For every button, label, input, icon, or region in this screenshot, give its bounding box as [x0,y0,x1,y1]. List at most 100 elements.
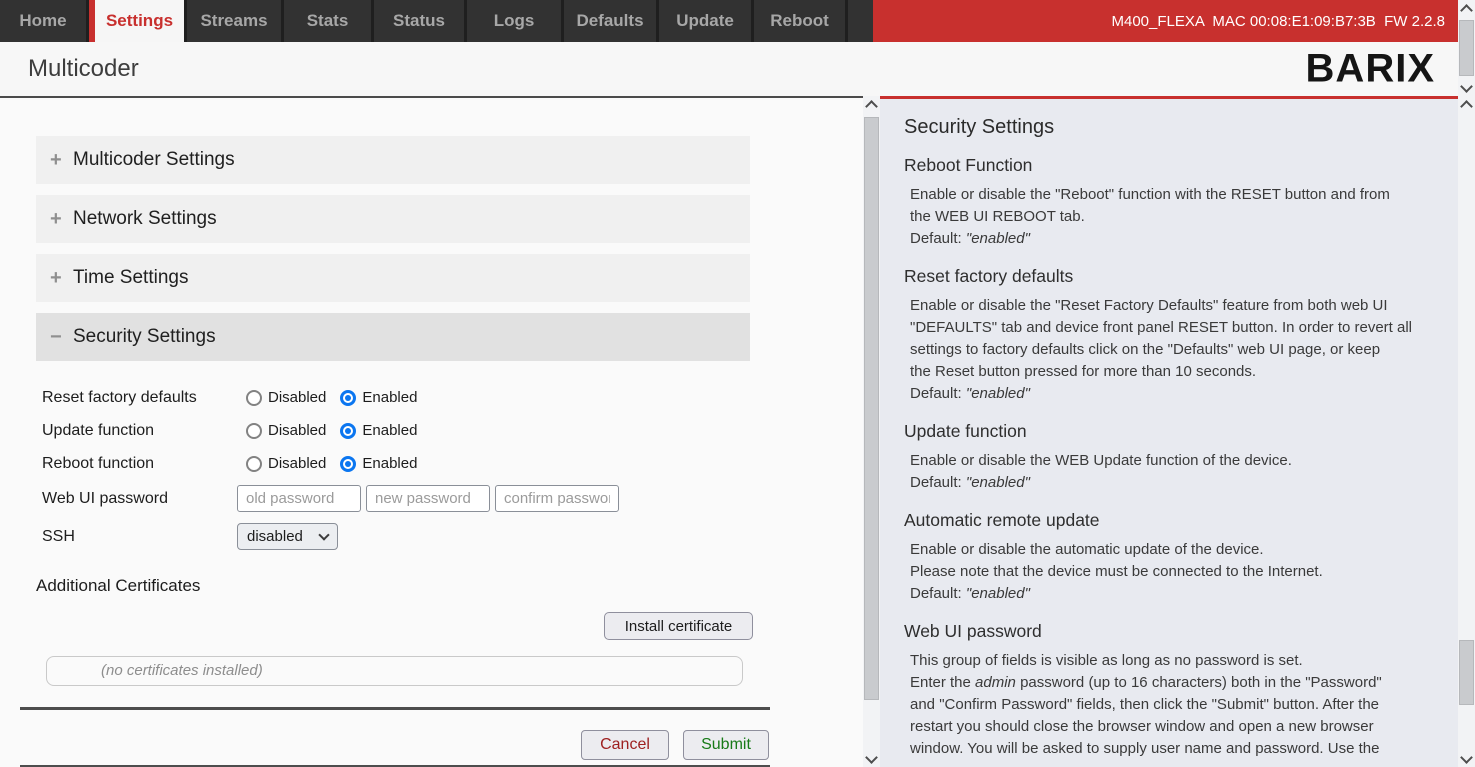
new-password-field[interactable] [366,485,490,512]
top-frame-scrollbar[interactable] [1458,0,1475,96]
radio-option-disabled[interactable]: Disabled [246,422,326,439]
scroll-up-icon[interactable] [1458,96,1475,113]
help-scrollbar[interactable] [1458,96,1475,767]
radio-icon[interactable] [340,423,356,439]
accordion-state-icon: + [50,208,64,231]
accordion-label: Multicoder Settings [73,149,235,171]
accordion-state-icon: − [50,326,64,349]
radio-icon[interactable] [246,456,262,472]
certificates-empty-box: (no certificates installed) [46,656,743,686]
scroll-up-icon[interactable] [863,96,880,113]
device-info-bar: M400_FLEXA MAC 00:08:E1:09:B7:3B FW 2.2.… [848,0,1458,42]
accordion-state-icon: + [50,149,64,172]
ssh-label: SSH [42,528,75,546]
scrollbar-thumb[interactable] [864,117,879,700]
radio-label: Disabled [268,389,326,406]
radio-label: Enabled [362,455,417,472]
help-text-line: Enable or disable the automatic update o… [904,539,1438,561]
help-text-line: Default: "enabled" [904,383,1438,405]
help-title: Security Settings [904,116,1438,139]
help-text-line: Default: "enabled" [904,228,1438,250]
radio-group: Disabled Enabled [246,422,431,439]
ssh-select[interactable]: disabled [237,523,338,550]
help-text-line: the WEB UI REBOOT tab. [904,206,1438,228]
tab-stats[interactable]: Stats [284,0,374,42]
tab-streams[interactable]: Streams [187,0,284,42]
accordion-network-settings[interactable]: +Network Settings [36,195,750,243]
scroll-down-icon[interactable] [1458,750,1475,767]
main-content: Web UI password SSH disabled Additional … [0,96,863,767]
certificates-heading: Additional Certificates [36,576,200,596]
reboot-function-row: Reboot function Disabled Enabled [0,450,863,477]
tab-home[interactable]: Home [0,0,89,42]
help-section-heading: Automatic remote update [904,510,1438,531]
field-label: Reset factory defaults [42,389,197,407]
accordion-security-settings[interactable]: −Security Settings [36,313,750,361]
help-text-line: and "Confirm Password" fields, then clic… [904,694,1438,716]
tab-status[interactable]: Status [374,0,467,42]
tab-logs[interactable]: Logs [467,0,564,42]
radio-icon[interactable] [246,390,262,406]
tab-reboot[interactable]: Reboot [754,0,848,42]
field-label: Reboot function [42,455,154,473]
chevron-down-icon [318,529,329,540]
help-text-line: restart you should close the browser win… [904,716,1438,738]
barix-logo: BARIX [1306,47,1435,92]
help-text-line: Default: "enabled" [904,583,1438,605]
scroll-down-icon[interactable] [863,750,880,767]
radio-label: Disabled [268,422,326,439]
radio-option-enabled[interactable]: Enabled [340,422,417,439]
help-section-heading: Update function [904,421,1438,442]
radio-label: Enabled [362,389,417,406]
help-panel: Security Settings Reboot Function Enable … [880,96,1458,767]
accordion-multicoder-settings[interactable]: + Multicoder Settings [36,136,750,184]
device-info: M400_FLEXA MAC 00:08:E1:09:B7:3B FW 2.2.… [1111,13,1445,30]
tab-update[interactable]: Update [659,0,754,42]
accordion-label: Security Settings [73,326,216,348]
accordion-label: Time Settings [73,267,188,289]
scrollbar-thumb[interactable] [1459,640,1474,705]
help-text-line: Enable or disable the WEB Update functio… [904,450,1438,472]
help-text-line: Please note that the device must be conn… [904,561,1438,583]
scrollbar-thumb[interactable] [1459,20,1474,76]
password-fields [237,485,619,512]
help-text-line: This group of fields is visible as long … [904,650,1438,672]
scroll-up-icon[interactable] [1458,0,1475,17]
old-password-field[interactable] [237,485,361,512]
radio-icon[interactable] [340,390,356,406]
help-section-heading: Reboot Function [904,155,1438,176]
scroll-down-icon[interactable] [1458,79,1475,96]
radio-option-disabled[interactable]: Disabled [246,455,326,472]
help-section-heading: Web UI password [904,621,1438,642]
field-label: Update function [42,422,154,440]
radio-option-enabled[interactable]: Enabled [340,389,417,406]
tab-settings[interactable]: Settings [89,0,187,42]
radio-icon[interactable] [246,423,262,439]
web-ui-password-label: Web UI password [42,490,168,508]
help-text-line: the Reset button pressed for more than 1… [904,361,1438,383]
help-text-line: Enable or disable the "Reboot" function … [904,184,1438,206]
help-text-line: Default: "enabled" [904,472,1438,494]
help-text-line: Enter the admin password (up to 16 chara… [904,672,1438,694]
install-certificate-button[interactable]: Install certificate [604,612,753,640]
reset-factory-defaults-row: Reset factory defaults Disabled Enabled [0,384,863,411]
cancel-button[interactable]: Cancel [581,730,669,760]
submit-button[interactable]: Submit [683,730,769,760]
accordion-time-settings[interactable]: + Time Settings [36,254,750,302]
divider [20,707,770,710]
main-scrollbar[interactable] [863,96,880,767]
help-text-line: Enable or disable the "Reset Factory Def… [904,295,1438,317]
accordion-state-icon: + [50,267,64,290]
web-ui-password-row: Web UI password [0,485,863,512]
radio-group: Disabled Enabled [246,455,431,472]
radio-option-disabled[interactable]: Disabled [246,389,326,406]
radio-icon[interactable] [340,456,356,472]
help-text-line: "DEFAULTS" tab and device front panel RE… [904,317,1438,339]
radio-option-enabled[interactable]: Enabled [340,455,417,472]
tab-defaults[interactable]: Defaults [564,0,659,42]
confirm-password-field[interactable] [495,485,619,512]
update-function-row: Update function Disabled Enabled [0,417,863,444]
radio-label: Enabled [362,422,417,439]
page-header: Multicoder BARIX [0,42,1458,96]
help-text-line: settings to factory defaults click on th… [904,339,1438,361]
